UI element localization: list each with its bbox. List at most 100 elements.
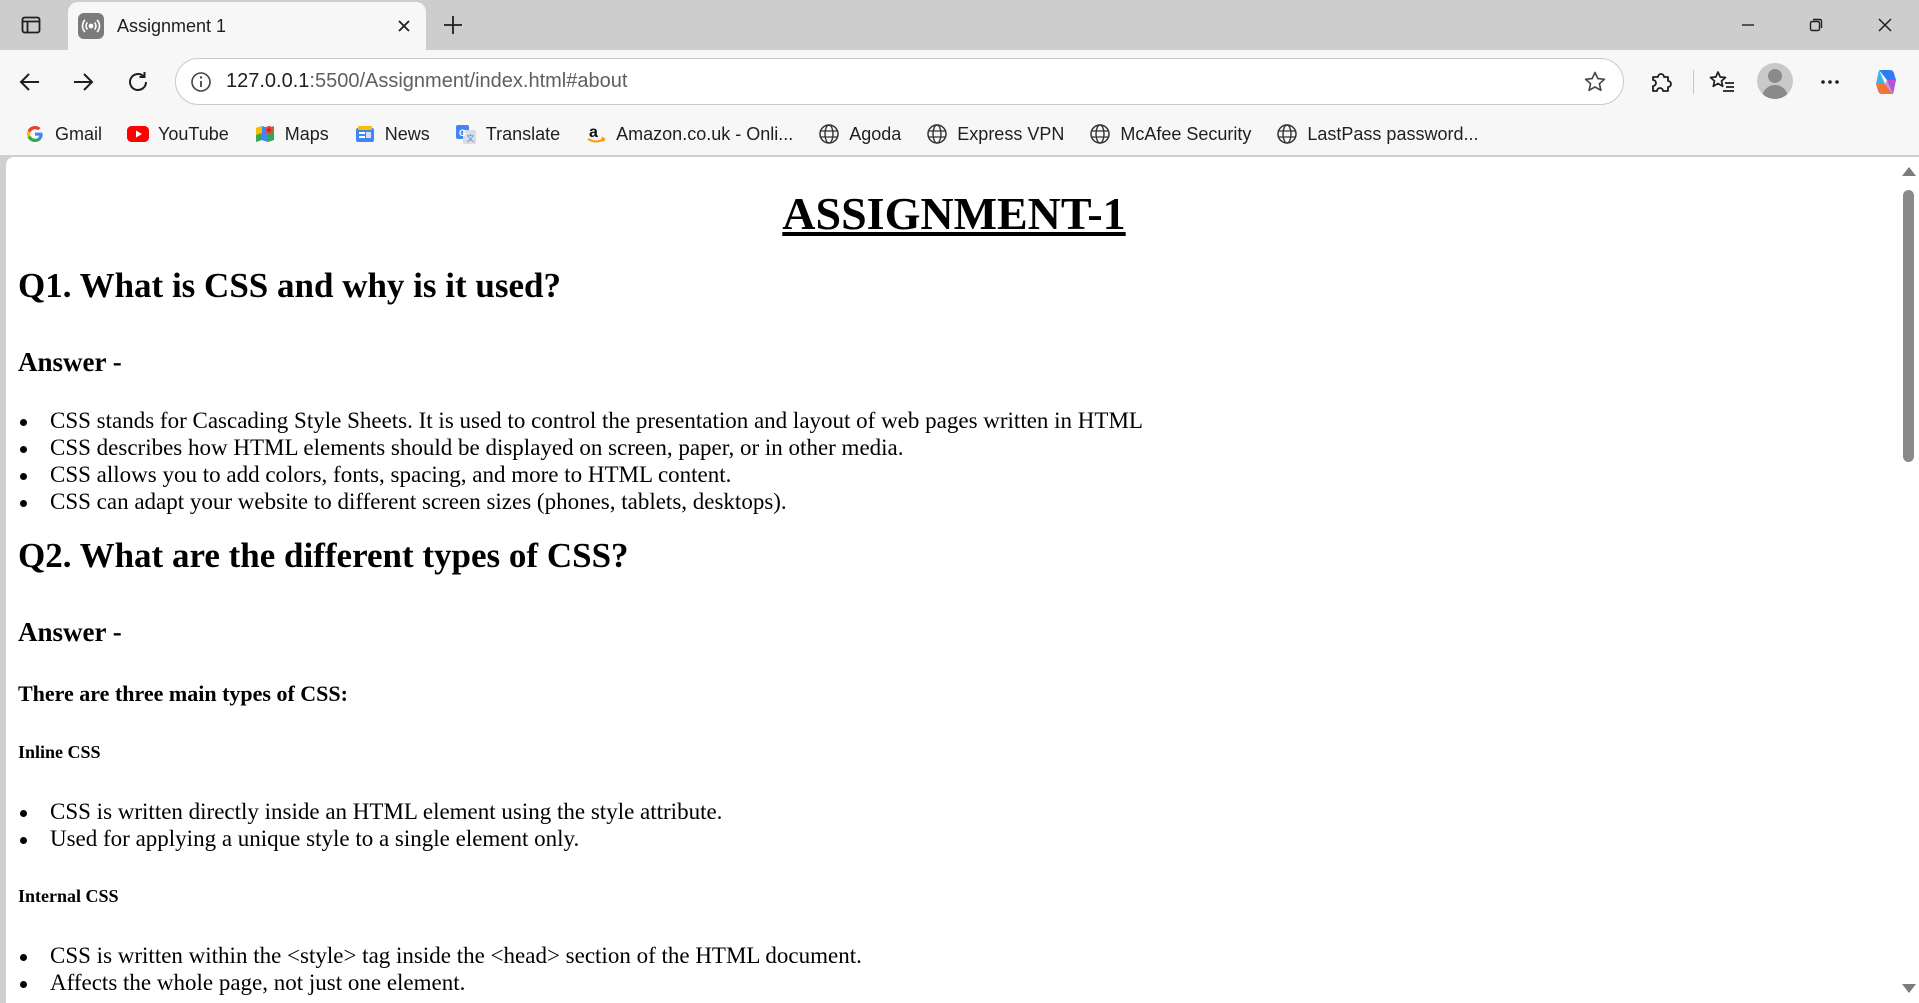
globe-icon (818, 123, 840, 145)
url-text[interactable]: 127.0.0.1:5500/Assignment/index.html#abo… (226, 70, 1577, 93)
favorites-button[interactable] (1702, 62, 1742, 102)
bookmark-gmail[interactable]: Gmail (18, 118, 108, 150)
bookmark-label: LastPass password... (1307, 123, 1479, 144)
close-icon (398, 20, 410, 32)
list-item: CSS describes how HTML elements should b… (18, 434, 1143, 461)
new-tab-button[interactable] (436, 8, 470, 42)
back-arrow-icon (19, 73, 39, 91)
forward-arrow-icon (74, 73, 94, 91)
bookmark-agoda[interactable]: Agoda (812, 118, 907, 150)
globe-icon (926, 123, 948, 145)
internal-css-list: CSS is written within the <style> tag in… (18, 942, 862, 996)
toolbar-separator (1693, 70, 1694, 94)
tab-actions-icon (21, 16, 41, 34)
scroll-up-arrow-icon[interactable] (1902, 167, 1916, 176)
youtube-icon (127, 123, 150, 145)
minimize-button[interactable] (1718, 5, 1778, 45)
scroll-down-arrow-icon[interactable] (1902, 984, 1916, 993)
bookmark-amazon[interactable]: a Amazon.co.uk - Onli... (579, 118, 799, 150)
restore-button[interactable] (1786, 5, 1846, 45)
reload-button[interactable] (118, 62, 158, 102)
list-item: Used for applying a unique style to a si… (18, 825, 722, 852)
browser-toolbar: 127.0.0.1:5500/Assignment/index.html#abo… (0, 50, 1919, 113)
url-host: 127.0.0.1 (226, 70, 310, 92)
q2-heading: Q2. What are the different types of CSS? (18, 536, 629, 575)
minimize-icon (1742, 24, 1754, 26)
tab-close-button[interactable] (388, 10, 420, 42)
settings-more-button[interactable] (1810, 62, 1850, 102)
bookmark-mcafee[interactable]: McAfee Security (1083, 118, 1257, 150)
copilot-button[interactable] (1866, 62, 1906, 102)
back-button[interactable] (10, 62, 50, 102)
list-item: Affects the whole page, not just one ele… (18, 969, 862, 996)
bookmark-label: Express VPN (957, 123, 1065, 144)
profile-avatar[interactable] (1757, 63, 1793, 99)
svg-text:文: 文 (466, 133, 474, 143)
maps-icon (254, 123, 276, 145)
list-item: CSS stands for Cascading Style Sheets. I… (18, 407, 1143, 434)
bookmark-translate[interactable]: G 文 Translate (449, 118, 566, 150)
info-icon (191, 71, 211, 92)
bookmark-maps[interactable]: Maps (248, 118, 335, 150)
amazon-icon: a (585, 123, 607, 145)
favorite-button[interactable] (1577, 64, 1613, 100)
bookmark-lastpass[interactable]: LastPass password... (1270, 118, 1484, 150)
site-info-button[interactable] (184, 65, 218, 99)
internal-css-heading: Internal CSS (18, 886, 119, 906)
bookmarks-bar: Gmail YouTube Maps News G 文 Translate a … (0, 113, 1919, 155)
bookmark-label: News (384, 123, 430, 144)
list-item: CSS is written within the <style> tag in… (18, 942, 862, 969)
inline-css-list: CSS is written directly inside an HTML e… (18, 798, 722, 852)
q2-intro: There are three main types of CSS: (18, 681, 348, 706)
close-window-icon (1878, 18, 1892, 32)
url-path: :5500/Assignment/index.html#about (309, 70, 628, 92)
vertical-scrollbar[interactable] (1897, 157, 1919, 1003)
close-window-button[interactable] (1855, 5, 1915, 45)
tab-actions-menu-button[interactable] (14, 9, 48, 41)
star-icon (1584, 71, 1606, 91)
bookmark-youtube[interactable]: YouTube (121, 118, 235, 150)
more-dots-icon (1821, 80, 1839, 84)
bookmark-express-vpn[interactable]: Express VPN (920, 118, 1070, 150)
q1-answer-label: Answer - (18, 347, 122, 377)
scrollbar-thumb[interactable] (1903, 190, 1914, 462)
live-server-favicon-icon (78, 13, 104, 39)
copilot-icon (1876, 70, 1896, 94)
gmail-icon (24, 123, 46, 145)
forward-button[interactable] (63, 62, 103, 102)
bookmark-label: Amazon.co.uk - Onli... (616, 123, 794, 144)
plus-icon (444, 16, 462, 34)
avatar-head (1768, 69, 1782, 83)
globe-icon (1276, 123, 1298, 145)
restore-icon (1809, 18, 1823, 32)
bookmark-label: YouTube (158, 123, 229, 144)
q1-heading: Q1. What is CSS and why is it used? (18, 266, 561, 305)
q1-answer-list: CSS stands for Cascading Style Sheets. I… (18, 407, 1143, 515)
tab-title: Assignment 1 (117, 15, 227, 36)
bookmark-label: Translate (485, 123, 561, 144)
bookmark-news[interactable]: News (348, 118, 436, 150)
list-item: CSS is written directly inside an HTML e… (18, 798, 722, 825)
address-bar[interactable]: 127.0.0.1:5500/Assignment/index.html#abo… (175, 58, 1624, 105)
reload-icon (129, 72, 147, 91)
avatar-body (1762, 85, 1788, 99)
bookmark-label: Maps (284, 123, 329, 144)
inline-css-heading: Inline CSS (18, 742, 101, 762)
translate-icon: G 文 (455, 123, 477, 145)
active-tab[interactable]: Assignment 1 (68, 2, 426, 50)
extensions-button[interactable] (1641, 62, 1681, 102)
tab-strip: Assignment 1 (0, 0, 1919, 50)
puzzle-icon (1652, 73, 1672, 92)
page-viewport: ASSIGNMENT-1 Q1. What is CSS and why is … (6, 157, 1919, 1003)
svg-text:a: a (589, 124, 598, 141)
globe-icon (1089, 123, 1111, 145)
bookmark-label: Agoda (849, 123, 902, 144)
list-item: CSS can adapt your website to different … (18, 488, 1143, 515)
list-item: CSS allows you to add colors, fonts, spa… (18, 461, 1143, 488)
news-icon (354, 123, 376, 145)
q2-answer-label: Answer - (18, 617, 122, 647)
svg-text:G: G (459, 128, 466, 138)
favorites-list-icon (1709, 71, 1734, 92)
bookmark-label: Gmail (55, 123, 103, 144)
bookmark-label: McAfee Security (1120, 123, 1252, 144)
